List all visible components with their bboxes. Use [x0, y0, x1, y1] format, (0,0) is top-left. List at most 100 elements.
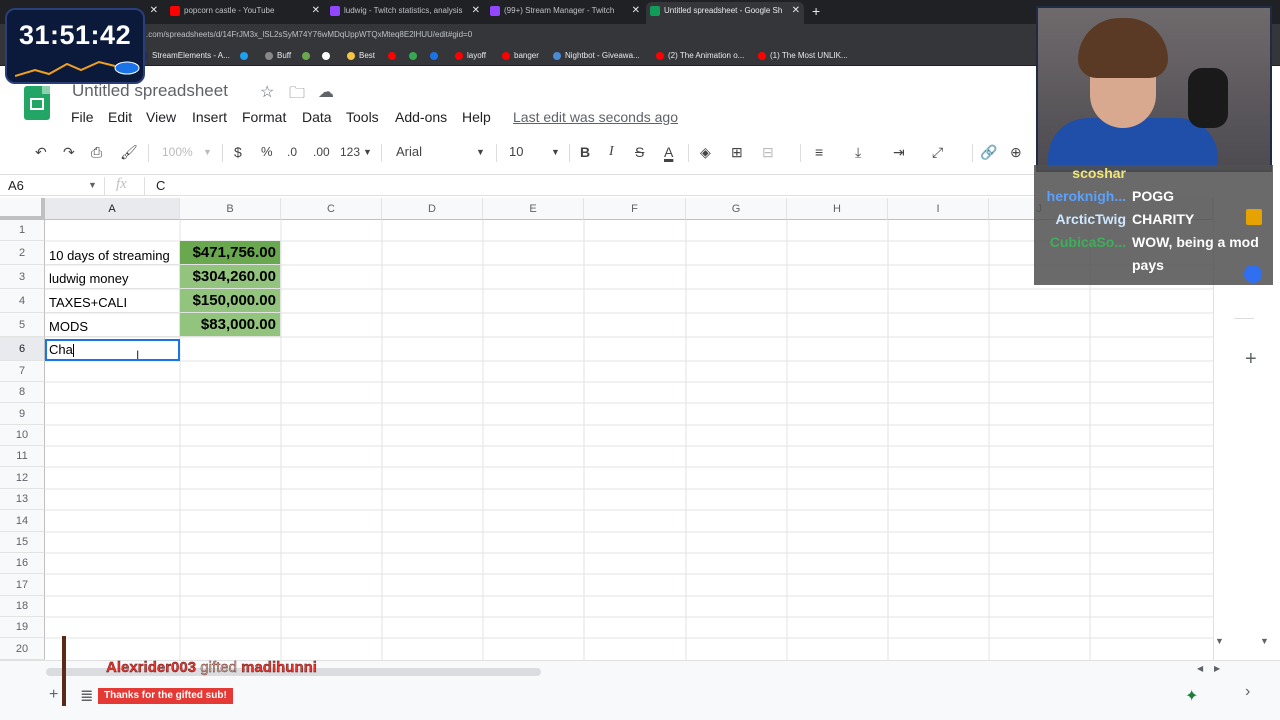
last-edit-link[interactable]: Last edit was seconds ago	[513, 109, 678, 125]
side-panel-toggle-icon[interactable]: ›	[1245, 683, 1250, 701]
menu-help[interactable]: Help	[462, 109, 491, 125]
increase-decimal-button[interactable]: .00	[313, 144, 330, 160]
bookmark-icon[interactable]	[302, 50, 314, 62]
column-header-h[interactable]: H	[787, 198, 888, 220]
close-icon[interactable]: ✕	[632, 2, 640, 20]
borders-icon[interactable]: ⊞	[731, 144, 743, 160]
column-header-g[interactable]: G	[686, 198, 787, 220]
row-header-11[interactable]: 11	[0, 446, 45, 467]
close-icon[interactable]: ✕	[150, 2, 158, 20]
bookmark-item[interactable]: Buff	[265, 50, 291, 62]
print-icon[interactable]: ⎙	[91, 144, 102, 160]
youtube-bookmark-icon[interactable]	[388, 50, 400, 62]
row-header-2[interactable]: 2	[0, 241, 45, 265]
menu-view[interactable]: View	[146, 109, 176, 125]
star-icon[interactable]: ☆	[260, 82, 274, 102]
text-rotation-icon[interactable]: ⤢	[932, 144, 943, 160]
row-header-18[interactable]: 18	[0, 596, 45, 617]
insert-link-icon[interactable]: 🔗	[980, 144, 997, 160]
currency-format-button[interactable]: $	[234, 144, 242, 160]
sheets-logo-icon[interactable]	[24, 86, 50, 120]
bookmark-item[interactable]: StreamElements - A...	[140, 50, 230, 62]
bold-icon[interactable]: B	[580, 144, 590, 160]
row-header-8[interactable]: 8	[0, 382, 45, 403]
scroll-left-icon[interactable]: ◀	[1197, 664, 1203, 673]
font-size-select[interactable]: 10	[509, 144, 523, 160]
row-header-17[interactable]: 17	[0, 574, 45, 596]
percent-format-button[interactable]: %	[261, 144, 273, 160]
cell-b2[interactable]: $471,756.00	[180, 241, 281, 265]
close-icon[interactable]: ✕	[472, 2, 480, 20]
undo-icon[interactable]: ↶	[35, 144, 47, 160]
text-wrapping-icon[interactable]: ⇥	[893, 144, 905, 160]
scroll-down-icon[interactable]: ▼	[1260, 636, 1269, 646]
menu-edit[interactable]: Edit	[108, 109, 132, 125]
browser-tab-stream-manager[interactable]: (99+) Stream Manager - Twitch ✕	[486, 2, 644, 24]
italic-icon[interactable]: I	[609, 144, 614, 160]
formula-input[interactable]: C	[156, 178, 165, 193]
menu-add-ons[interactable]: Add-ons	[395, 109, 447, 125]
add-sheet-icon[interactable]: +	[49, 686, 58, 704]
new-tab-icon[interactable]: +	[812, 3, 820, 19]
fill-color-icon[interactable]: ◈	[700, 144, 711, 160]
column-header-e[interactable]: E	[483, 198, 584, 220]
column-header-a[interactable]: A	[45, 198, 180, 220]
row-header-1[interactable]: 1	[0, 220, 45, 241]
explore-icon[interactable]: ✦	[1185, 686, 1198, 706]
cell-a6-input[interactable]: Cha	[49, 342, 73, 357]
row-header-10[interactable]: 10	[0, 425, 45, 446]
menu-insert[interactable]: Insert	[192, 109, 227, 125]
row-header-3[interactable]: 3	[0, 265, 45, 289]
column-header-f[interactable]: F	[584, 198, 686, 220]
browser-tab-youtube[interactable]: popcorn castle - YouTube ✕	[166, 2, 324, 24]
cell-a2[interactable]: 10 days of streaming	[45, 241, 180, 265]
all-sheets-icon[interactable]: ≣	[80, 686, 93, 706]
cell-b3[interactable]: $304,260.00	[180, 265, 281, 289]
select-all-corner[interactable]	[0, 198, 45, 220]
menu-data[interactable]: Data	[302, 109, 332, 125]
paint-format-icon[interactable]: 🖌	[120, 144, 138, 160]
cell-a4[interactable]: TAXES+CALI	[45, 289, 180, 313]
bookmark-item[interactable]: Nightbot - Giveawa...	[553, 50, 640, 62]
zoom-select[interactable]: 100%	[162, 144, 193, 160]
bookmark-icon[interactable]	[430, 50, 442, 62]
scroll-down-icon[interactable]: ▼	[1215, 636, 1224, 646]
active-cell-editor[interactable]: Cha	[45, 339, 180, 361]
bookmark-item[interactable]: banger	[502, 50, 539, 62]
cell-b4[interactable]: $150,000.00	[180, 289, 281, 313]
close-icon[interactable]: ✕	[312, 2, 320, 20]
row-header-12[interactable]: 12	[0, 467, 45, 489]
horizontal-align-icon[interactable]: ≡	[815, 144, 823, 160]
more-formats-select[interactable]: 123	[340, 144, 360, 160]
bookmark-item[interactable]: (1) The Most UNLIK...	[758, 50, 848, 62]
row-header-9[interactable]: 9	[0, 403, 45, 425]
row-header-5[interactable]: 5	[0, 313, 45, 337]
name-box[interactable]: A6	[8, 178, 24, 193]
menu-file[interactable]: File	[71, 109, 94, 125]
menu-format[interactable]: Format	[242, 109, 286, 125]
document-title[interactable]: Untitled spreadsheet	[72, 81, 228, 101]
drive-bookmark-icon[interactable]	[409, 50, 421, 62]
column-header-i[interactable]: I	[888, 198, 989, 220]
insert-comment-icon[interactable]: ⊕	[1010, 144, 1022, 160]
font-select[interactable]: Arial	[396, 144, 422, 160]
cloud-status-icon[interactable]: ☁	[318, 82, 334, 102]
twitter-bookmark-icon[interactable]	[240, 50, 252, 62]
row-header-6[interactable]: 6	[0, 337, 45, 361]
cell-b5[interactable]: $83,000.00	[180, 313, 281, 337]
browser-tab-spreadsheet[interactable]: Untitled spreadsheet - Google Sh ✕	[646, 2, 804, 24]
cell-a5[interactable]: MODS	[45, 313, 180, 337]
cell-a3[interactable]: ludwig money	[45, 265, 180, 289]
bookmark-item[interactable]: (2) The Animation o...	[656, 50, 744, 62]
bookmark-item[interactable]: Best	[347, 50, 375, 62]
row-header-13[interactable]: 13	[0, 489, 45, 510]
vertical-align-icon[interactable]: ⤓	[855, 144, 861, 160]
close-icon[interactable]: ✕	[792, 2, 800, 20]
add-addon-icon[interactable]: +	[1245, 348, 1257, 371]
menu-tools[interactable]: Tools	[346, 109, 379, 125]
decrease-decimal-button[interactable]: .0	[287, 144, 297, 160]
column-header-c[interactable]: C	[281, 198, 382, 220]
row-header-14[interactable]: 14	[0, 510, 45, 532]
scroll-right-icon[interactable]: ▶	[1214, 664, 1220, 673]
column-header-d[interactable]: D	[382, 198, 483, 220]
